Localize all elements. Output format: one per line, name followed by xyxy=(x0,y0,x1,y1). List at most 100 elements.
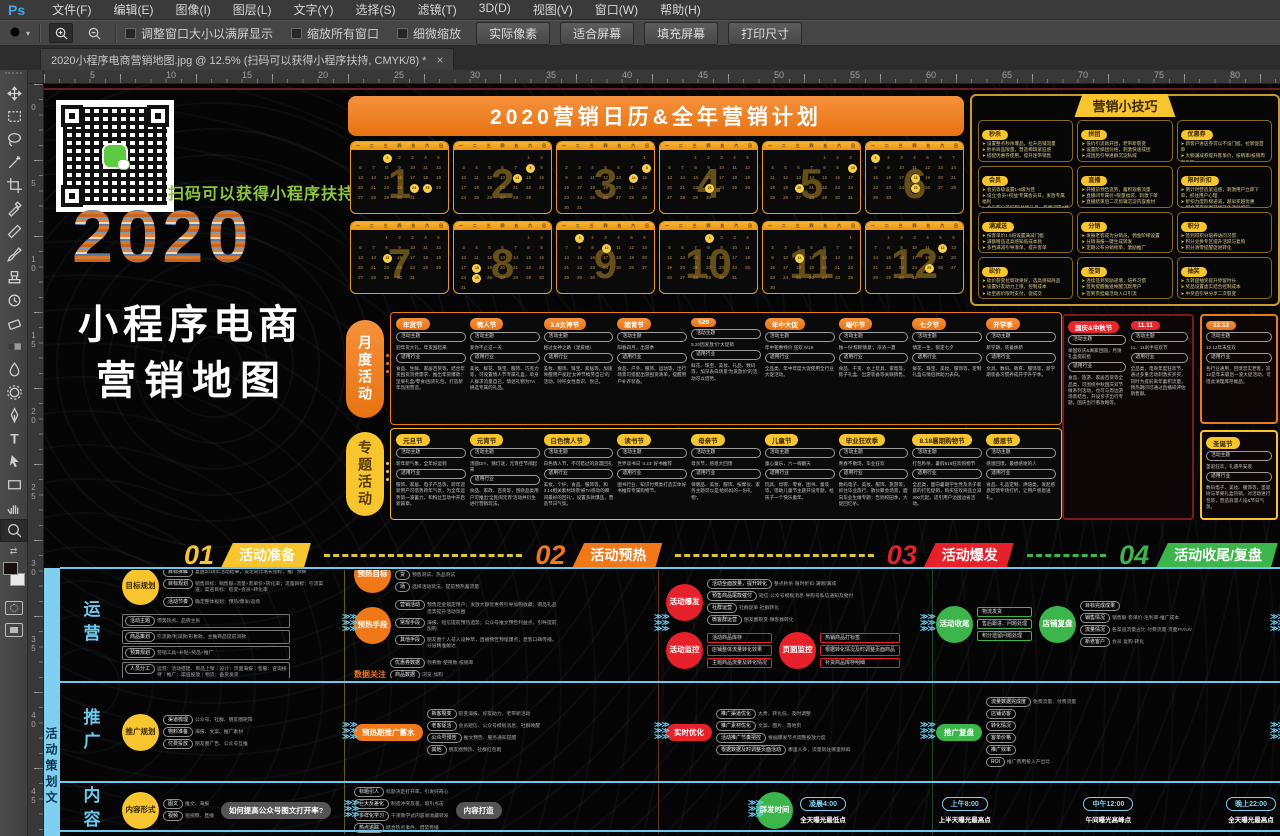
menu-item[interactable]: 图像(I) xyxy=(164,1,221,18)
date-cell: 30 xyxy=(393,193,406,203)
weekday: 五 xyxy=(823,144,827,148)
theme-tag: 活动主题 xyxy=(544,332,614,342)
palette-grip[interactable] xyxy=(5,72,22,78)
screen-mode-icon[interactable] xyxy=(5,623,23,637)
mindmap-cluster: 实时优化推广渠道优化太贵、转化低，及时调整推广素材优化文案、图片、落地页活动推广… xyxy=(666,709,850,755)
calendar-month-11: 一二三四五六日111234567891011121314151617181920… xyxy=(762,221,861,294)
tip-card: 限时折扣➤倒计时营造紧迫感，刺激用户立即下单，抓住用户心理➤折扣力度阶梯递减，越… xyxy=(1177,166,1272,208)
branch-text: 会员短信、公众号模板消息、社群唤醒 xyxy=(459,724,541,730)
tool-blur[interactable] xyxy=(0,358,28,381)
menu-item[interactable]: 视图(V) xyxy=(522,1,584,18)
tool-clone-stamp[interactable] xyxy=(0,266,28,289)
date-cell: 18 xyxy=(586,183,599,193)
menu-item[interactable]: 文字(Y) xyxy=(282,1,344,18)
weekday: 三 xyxy=(693,144,697,148)
tool-shape[interactable] xyxy=(0,473,28,496)
theme-tag: 活动主题 xyxy=(691,329,761,339)
calendar-month-3: 一二三四五六日312345678910111213141516171819202… xyxy=(556,141,655,214)
branch-label: 推广素材优化 xyxy=(716,721,756,731)
tool-lasso[interactable] xyxy=(0,128,28,151)
weekday: 二 xyxy=(885,144,889,148)
fast-forward-icon: ≫≫≫≫≫≫ xyxy=(654,614,669,632)
tool-crop[interactable] xyxy=(0,174,28,197)
date-cell: 14 xyxy=(509,253,522,263)
industry-text: 美妆、鲜花、珠宝、服饰、巧克力等，可设置情人节专属礼盒，单身人群求流量自己，情侣… xyxy=(470,366,540,391)
bullet-icon: ➤ xyxy=(1181,278,1185,283)
node-活动监控: 活动监控 xyxy=(666,632,703,669)
date-cell: 7 xyxy=(947,153,960,163)
tool-eyedropper[interactable] xyxy=(0,197,28,220)
document-canvas[interactable]: 扫码可以获得小程序扶持 2020 小程序电商 营销地图 2020营销日历&全年营… xyxy=(44,84,1280,836)
calendar-weekdays: 一二三四五六日 xyxy=(351,142,448,150)
date-cell: 23 xyxy=(393,183,406,193)
button-填充屏幕[interactable]: 填充屏幕 xyxy=(644,22,718,45)
quick-mask-icon[interactable] xyxy=(5,601,23,615)
menu-item[interactable]: 3D(D) xyxy=(468,1,522,18)
bullet-icon: ➤ xyxy=(982,193,986,198)
date-cell: 7 xyxy=(367,163,380,173)
weekday: 二 xyxy=(370,224,374,228)
tool-healing-brush[interactable] xyxy=(0,220,28,243)
tool-pen[interactable] xyxy=(0,404,28,427)
date-cell: 12 xyxy=(663,253,676,263)
menu-item[interactable]: 文件(F) xyxy=(41,1,102,18)
zoom-in-button[interactable] xyxy=(49,23,73,43)
bullet-icon: ➤ xyxy=(1081,141,1085,146)
menu-item[interactable]: 帮助(H) xyxy=(649,1,712,18)
button-打印尺寸[interactable]: 打印尺寸 xyxy=(728,22,802,45)
tool-path-select[interactable] xyxy=(0,450,28,473)
date-blank xyxy=(367,233,380,243)
zoom-out-button[interactable] xyxy=(82,23,106,43)
ruler-horizontal[interactable]: 5101520253035404550556065707580 xyxy=(44,70,1280,84)
close-icon[interactable]: × xyxy=(436,53,443,67)
weekday: 日 xyxy=(748,224,752,228)
date-blank xyxy=(599,153,612,163)
tool-zoom[interactable] xyxy=(0,519,28,542)
menu-item[interactable]: 选择(S) xyxy=(344,1,406,18)
date-cell: 2 xyxy=(882,153,895,163)
branch-text: 免费流量、付费流量 xyxy=(1033,700,1076,706)
checkbox-调整窗口大小以满屏显示[interactable]: 调整窗口大小以满屏显示 xyxy=(125,25,273,42)
month-dates: 1234567891011121314151617181920212223242… xyxy=(560,233,651,283)
tool-type[interactable]: T xyxy=(0,427,28,450)
tool-marquee[interactable] xyxy=(0,105,28,128)
tool-move[interactable] xyxy=(0,82,28,105)
button-实际像素[interactable]: 实际像素 xyxy=(476,22,550,45)
menu-item[interactable]: 图层(L) xyxy=(222,1,283,18)
tool-gradient[interactable] xyxy=(0,335,28,358)
date-cell: 8 xyxy=(869,163,882,173)
button-适合屏幕[interactable]: 适合屏幕 xyxy=(560,22,634,45)
menu-item[interactable]: 窗口(W) xyxy=(584,1,649,18)
date-cell: 11 xyxy=(921,243,934,253)
checkbox-细微缩放[interactable]: 细微缩放 xyxy=(397,25,461,42)
branch-label: 活动节奏 xyxy=(163,597,193,607)
tool-hand[interactable] xyxy=(0,496,28,519)
activity-card: 12.12活动主题12.12年末狂欢适用行业各行业通用，回馈忠实老客，双12是年… xyxy=(1206,321,1272,385)
document-tab[interactable]: 2020小程序电商营销地图.jpg @ 12.5% (扫码可以获得小程序扶持, … xyxy=(40,48,454,70)
menu-item[interactable]: 滤镜(T) xyxy=(406,1,467,18)
timeline-note: 午间曝光高峰点 xyxy=(1086,814,1132,824)
weekday: 四 xyxy=(809,144,813,148)
zoom-tool-icon[interactable]: ▾ xyxy=(8,25,30,41)
weekday: 一 xyxy=(356,144,360,148)
bullet-icon: ➤ xyxy=(982,278,986,283)
date-cell: 8 xyxy=(702,243,715,253)
date-cell: 16 xyxy=(766,263,779,273)
menu-item[interactable]: 编辑(E) xyxy=(102,1,164,18)
theme-text: 白色情人节，不可错过的浪漫回礼 xyxy=(544,461,614,467)
highlight-date: 14 xyxy=(629,174,638,183)
tool-dodge[interactable] xyxy=(0,381,28,404)
tool-magic-wand[interactable] xyxy=(0,151,28,174)
swap-colors-icon[interactable]: ⇄ xyxy=(0,546,27,557)
foreground-color-swatch[interactable] xyxy=(3,562,18,575)
tool-eraser[interactable] xyxy=(0,312,28,335)
ruler-vertical[interactable]: 051015202530354045 xyxy=(28,84,44,836)
tool-history-brush[interactable] xyxy=(0,289,28,312)
fast-forward-icon: ≫≫≫≫≫≫ xyxy=(1270,614,1280,632)
branch-text: 确定整体规划：预热/爆发/返场 xyxy=(195,600,260,606)
tool-brush[interactable] xyxy=(0,243,28,266)
branch-label: 新老客户 xyxy=(1080,637,1110,647)
node-实时优化: 实时优化 xyxy=(666,724,712,741)
checkbox-缩放所有窗口[interactable]: 缩放所有窗口 xyxy=(291,25,379,42)
highlight-date: 18 xyxy=(911,174,920,183)
